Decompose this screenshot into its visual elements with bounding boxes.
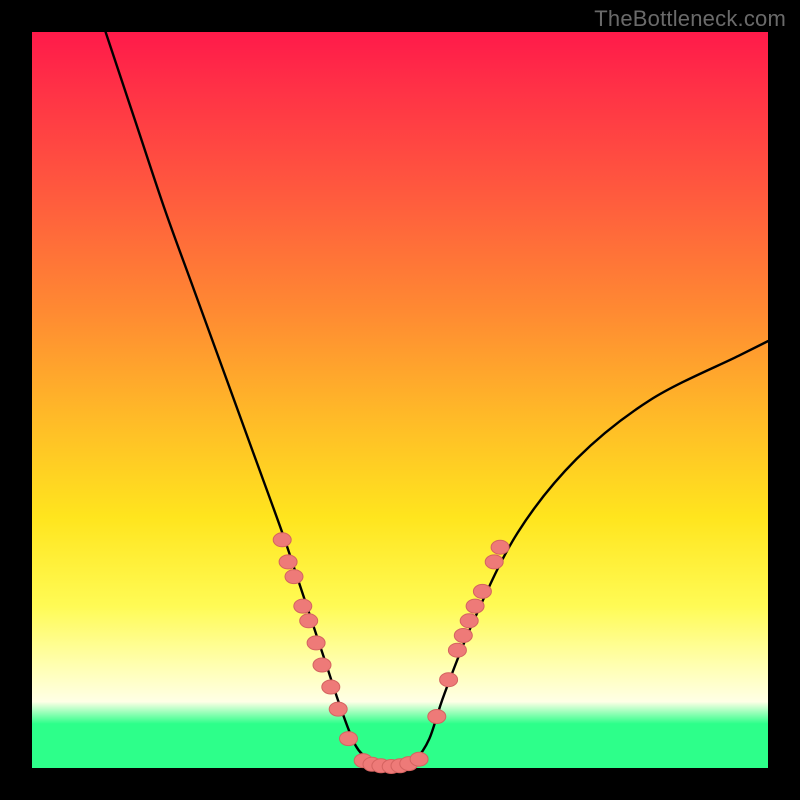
data-marker	[285, 570, 303, 584]
data-marker	[273, 533, 291, 547]
data-marker	[454, 629, 472, 643]
plot-area	[32, 32, 768, 768]
data-marker	[440, 673, 458, 687]
marker-group	[273, 533, 509, 774]
data-marker	[491, 540, 509, 554]
chart-frame: TheBottleneck.com	[0, 0, 800, 800]
data-marker	[307, 636, 325, 650]
watermark-text: TheBottleneck.com	[594, 6, 786, 32]
data-marker	[294, 599, 312, 613]
data-marker	[410, 752, 428, 766]
data-marker	[428, 710, 446, 724]
data-marker	[448, 643, 466, 657]
data-marker	[322, 680, 340, 694]
chart-svg	[32, 32, 768, 768]
data-marker	[300, 614, 318, 628]
data-marker	[313, 658, 331, 672]
data-marker	[340, 732, 358, 746]
data-marker	[279, 555, 297, 569]
data-marker	[485, 555, 503, 569]
bottleneck-curve	[106, 32, 768, 769]
data-marker	[460, 614, 478, 628]
data-marker	[329, 702, 347, 716]
data-marker	[473, 584, 491, 598]
data-marker	[466, 599, 484, 613]
